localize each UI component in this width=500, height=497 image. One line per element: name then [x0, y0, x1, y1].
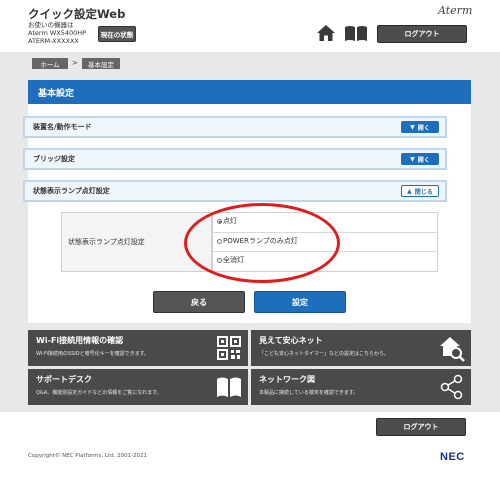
tile-network-map[interactable]: ネットワーク図 本製品に接続している端末を確認できます。 [251, 369, 471, 405]
device-info: お使いの機器は Aterm WX5400HP ATERM-XXXXXX [28, 21, 86, 45]
section-label: 状態表示ランプ点灯設定 [33, 187, 110, 195]
chevron-down-icon: ▼ [410, 155, 415, 163]
header: クイック設定Web お使いの機器は Aterm WX5400HP ATERM-X… [0, 0, 500, 52]
network-share-icon [440, 374, 463, 400]
back-button[interactable]: 戻る [153, 291, 245, 313]
book-icon [217, 377, 241, 397]
close-button[interactable]: ▲ 閉じる [401, 185, 439, 197]
tile-wifi-info[interactable]: Wi-Fi接続用情報の確認 Wi-Fi接続用のSSIDと暗号化キーを確認できます… [28, 330, 248, 366]
section-lamp-settings[interactable]: 状態表示ランプ点灯設定 ▲ 閉じる [23, 180, 447, 202]
device-model: Aterm WX5400HP [28, 29, 87, 37]
chevron-up-icon: ▲ [407, 187, 412, 195]
set-button[interactable]: 設定 [254, 291, 346, 313]
tile-mieru-anshin-net[interactable]: 見えて安心ネット 「こども安心ネットタイマー」などの設定はこちらから。 [251, 330, 471, 366]
home-icon[interactable] [316, 24, 336, 42]
device-id: ATERM-XXXXXX [28, 37, 79, 45]
breadcrumb-separator: > [72, 59, 78, 67]
qr-code-icon [217, 336, 241, 360]
logout-button-top[interactable]: ログアウト [377, 25, 467, 43]
page-title: 基本設定 [28, 80, 471, 104]
home-search-icon [440, 337, 465, 362]
nec-logo: NEC [440, 451, 465, 463]
breadcrumb-current: 基本設定 [82, 58, 120, 69]
breadcrumb-home[interactable]: ホーム [32, 58, 68, 69]
aterm-logo: Aterm [438, 4, 473, 17]
logout-button-bottom[interactable]: ログアウト [376, 418, 466, 436]
red-highlight-circle [184, 203, 340, 283]
current-status-button[interactable]: 現在の状態 [98, 26, 136, 42]
app-title: クイック設定Web [28, 7, 126, 21]
open-button[interactable]: ▼ 開く [401, 121, 439, 133]
section-label: 装置名/動作モード [33, 123, 92, 131]
section-label: ブリッジ設定 [33, 155, 75, 163]
open-button[interactable]: ▼ 開く [401, 153, 439, 165]
manual-book-icon[interactable] [344, 25, 368, 42]
section-device-name-mode[interactable]: 装置名/動作モード ▼ 開く [23, 116, 447, 138]
device-caption: お使いの機器は [28, 21, 74, 29]
tile-support-desk[interactable]: サポートデスク Q&A、機能別設定ガイドなどの情報をご覧になれます。 [28, 369, 248, 405]
copyright-text: Copyright© NEC Platforms, Ltd. 2001-2021 [28, 453, 148, 459]
open-label: 開く [417, 124, 430, 132]
close-label: 閉じる [414, 188, 433, 196]
chevron-down-icon: ▼ [410, 123, 415, 131]
section-bridge-settings[interactable]: ブリッジ設定 ▼ 開く [23, 148, 447, 170]
open-label: 開く [417, 156, 430, 164]
